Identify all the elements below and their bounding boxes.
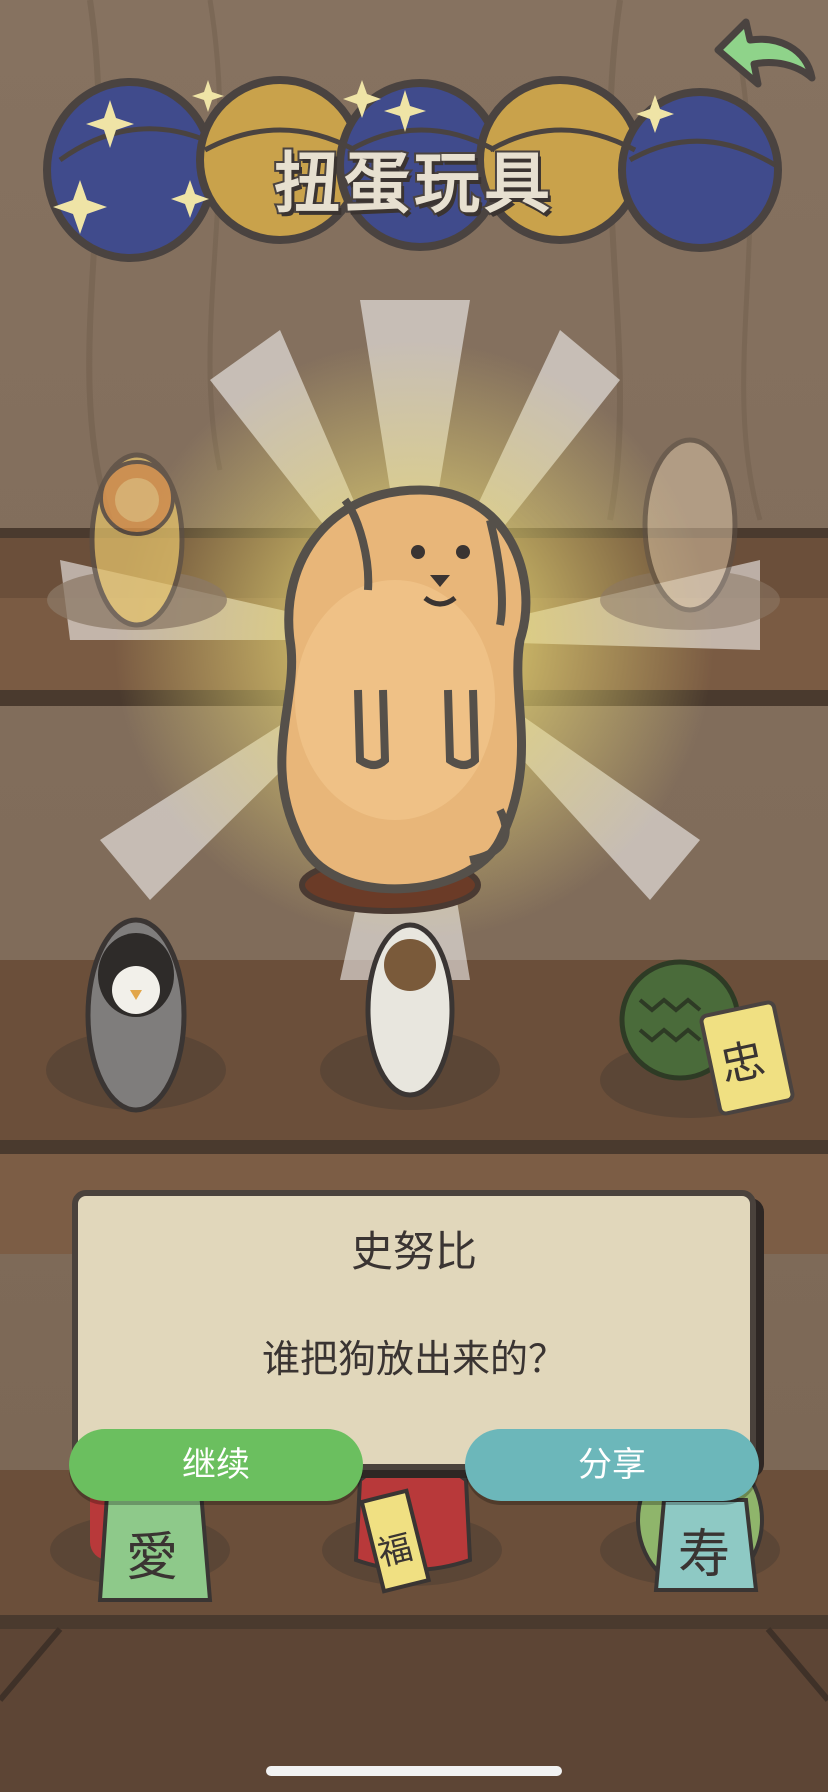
back-button[interactable] <box>708 12 820 102</box>
game-scene: 忠 愛 福 寿 <box>0 0 828 1792</box>
love-tag-text: 愛 <box>126 1528 178 1588</box>
continue-button[interactable]: 继续 <box>69 1429 363 1501</box>
longevity-tag-text: 寿 <box>678 1525 730 1585</box>
back-arrow-icon <box>714 18 816 88</box>
dialog-message: 谁把狗放出来的？ <box>261 1337 566 1381</box>
home-indicator[interactable] <box>266 1766 562 1776</box>
share-button[interactable]: 分享 <box>465 1429 759 1501</box>
item-dialog: 史努比 谁把狗放出来的？ <box>72 1190 756 1470</box>
page-title: 扭蛋玩具 <box>272 143 554 224</box>
snoopy-doll <box>277 485 531 914</box>
dialog-title: 史努比 <box>350 1227 477 1276</box>
